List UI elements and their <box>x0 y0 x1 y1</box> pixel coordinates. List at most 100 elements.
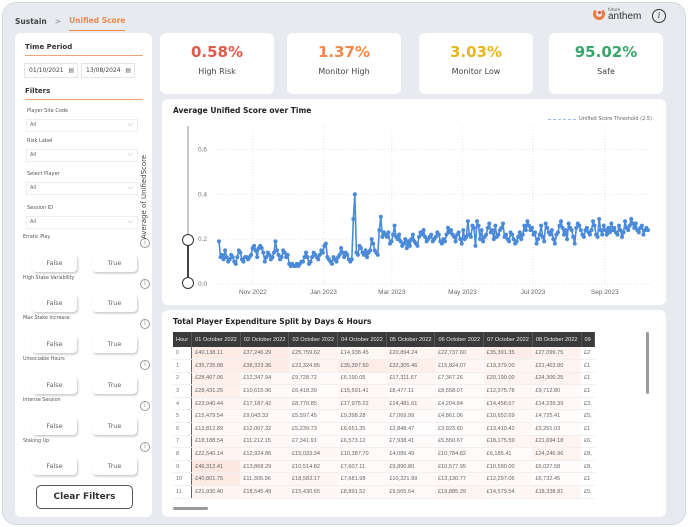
breadcrumb-unified-score[interactable]: Unified Score <box>69 16 126 31</box>
horizontal-scrollbar[interactable] <box>173 507 208 510</box>
data-point <box>639 223 644 228</box>
data-point <box>358 246 363 251</box>
data-point <box>606 225 611 230</box>
intense-session-false-button[interactable]: False <box>32 417 77 435</box>
erratic-play-true-button[interactable]: True <box>92 254 137 272</box>
data-point <box>320 250 325 255</box>
data-point <box>458 237 463 242</box>
info-icon[interactable]: i <box>140 319 150 329</box>
max-stake-increase-label: Max Stake Increase <box>23 316 70 321</box>
breadcrumb-sustain[interactable]: Sustain <box>15 17 47 26</box>
data-point <box>339 246 344 251</box>
amount-cell: £13,130.77 <box>434 472 484 487</box>
column-header-hour[interactable]: Hour <box>173 332 193 347</box>
amount-cell: £7,607.11 <box>337 460 387 474</box>
amount-cell: £19,885.39 <box>434 485 484 499</box>
column-header-date[interactable]: 09 <box>581 332 596 347</box>
column-header-date[interactable]: 01 October 2022 <box>191 332 241 347</box>
kpi-monitor-low: 3.03% Monitor Low <box>419 33 533 94</box>
info-icon[interactable]: i <box>140 238 150 248</box>
data-point <box>436 232 441 237</box>
column-header-date[interactable]: 03 October 2022 <box>288 332 339 347</box>
amount-cell: £35,391.35 <box>483 347 533 361</box>
column-header-date[interactable]: 05 October 2022 <box>386 332 436 347</box>
select-player-select[interactable]: All ⌵ <box>26 182 138 195</box>
y-tick-label: 0.4 <box>198 191 207 198</box>
data-point <box>504 232 509 237</box>
erratic-play-false-button[interactable]: False <box>32 254 77 272</box>
divider <box>25 55 143 56</box>
calendar-icon[interactable]: ▤ <box>68 64 74 77</box>
risk-label-select[interactable]: All ⌵ <box>26 149 138 162</box>
data-point <box>279 255 284 260</box>
data-point <box>407 243 412 248</box>
date-to-input[interactable]: 13/08/2024 ▤ <box>81 63 135 78</box>
clear-filters-button[interactable]: Clear Filters <box>36 485 133 509</box>
column-header-date[interactable]: 04 October 2022 <box>337 332 387 347</box>
amount-cell: £5,597.45 <box>288 409 338 424</box>
table-row: 4 £23,940.44 £17,187.42 £8,770.85 £17,975.22… <box>173 397 595 411</box>
max-stake-increase-true-button[interactable]: True <box>92 335 137 353</box>
data-point <box>549 228 554 233</box>
info-icon[interactable]: i <box>140 360 150 370</box>
info-icon[interactable]: i <box>140 442 150 452</box>
intense-session-true-button[interactable]: True <box>92 417 137 435</box>
max-stake-increase-false-button[interactable]: False <box>32 335 77 353</box>
data-point <box>581 234 586 239</box>
column-header-date[interactable]: 07 October 2022 <box>483 332 533 347</box>
session-id-label: Session ID <box>27 205 53 211</box>
amount-cell: £4,861.06 <box>434 409 484 424</box>
amount-cell: £21,930.40 <box>191 485 241 499</box>
vertical-scrollbar[interactable] <box>646 332 649 394</box>
amount-cell: £7,938.41 <box>386 435 435 449</box>
amount-cell: £18,175.59 <box>483 435 533 449</box>
table-row: 6 £13,812.89 £12,007.32 £5,239.73 £6,651.35 £… <box>173 422 595 436</box>
amount-cell: £4,089.49 <box>386 447 435 461</box>
column-header-date[interactable]: 02 October 2022 <box>240 332 290 347</box>
table-row: 0 £40,138.11 £37,246.29 £25,759.62 £14,938.4… <box>173 347 595 361</box>
data-point <box>633 221 638 226</box>
amount-cell: £9,565.64 <box>386 485 435 499</box>
info-icon[interactable]: i <box>140 401 150 411</box>
expenditure-table-card: Total Player Expenditure Split by Days &… <box>162 310 666 517</box>
data-point <box>329 261 334 266</box>
amount-cell: £24,246.96 <box>532 447 581 461</box>
data-point <box>572 241 577 246</box>
session-id-select[interactable]: All ⌵ <box>26 216 138 229</box>
date-from-value: 01/10/2021 <box>29 67 64 74</box>
amount-cell: £10,590.00 <box>483 460 533 474</box>
data-point <box>429 232 434 237</box>
player-site-code-select[interactable]: All ⌵ <box>26 119 138 132</box>
amount-cell: £25,759.62 <box>288 347 338 361</box>
data-point <box>520 232 525 237</box>
chevron-down-icon: ⌵ <box>127 217 133 225</box>
column-header-date[interactable]: 06 October 2022 <box>434 332 485 347</box>
kpi-value: 95.02% <box>574 43 638 61</box>
unsociable-hours-true-button[interactable]: True <box>92 376 137 394</box>
staking-up-false-button[interactable]: False <box>32 457 77 475</box>
column-header-date[interactable]: 08 October 2022 <box>532 332 582 347</box>
unified-score-chart-card: Average Unified Score over Time Unified … <box>140 99 666 305</box>
kpi-label: Monitor High <box>318 67 370 76</box>
unsociable-hours-false-button[interactable]: False <box>32 376 77 394</box>
data-point <box>598 228 603 233</box>
info-icon[interactable]: i <box>140 279 150 289</box>
x-tick-label: Sep 2023 <box>591 289 619 296</box>
data-point <box>377 228 382 233</box>
amount-cell: £9,398.28 <box>337 409 387 424</box>
amount-cell: £28,407.06 <box>191 372 241 386</box>
kpi-value: 0.58% <box>190 43 244 61</box>
high-stake-variability-false-button[interactable]: False <box>32 294 77 312</box>
staking-up-true-button[interactable]: True <box>92 457 137 475</box>
filter-sidebar: Time Period 01/10/2021 ▤ 13/08/2024 ▤ Fi… <box>15 33 152 517</box>
kpi-monitor-high: 1.37% Monitor High <box>287 33 401 94</box>
high-stake-variability-true-button[interactable]: True <box>92 294 137 312</box>
x-tick-label: Jan 2023 <box>310 289 337 296</box>
calendar-icon[interactable]: ▤ <box>125 64 131 77</box>
info-icon[interactable]: i <box>652 9 666 23</box>
data-point <box>539 223 544 228</box>
y-axis-label: Average of UnifiedScore <box>140 154 148 239</box>
amount-cell: £22,737.60 <box>434 347 484 361</box>
date-from-input[interactable]: 01/10/2021 ▤ <box>24 63 78 78</box>
amount-cell: £6,651.35 <box>337 422 387 436</box>
